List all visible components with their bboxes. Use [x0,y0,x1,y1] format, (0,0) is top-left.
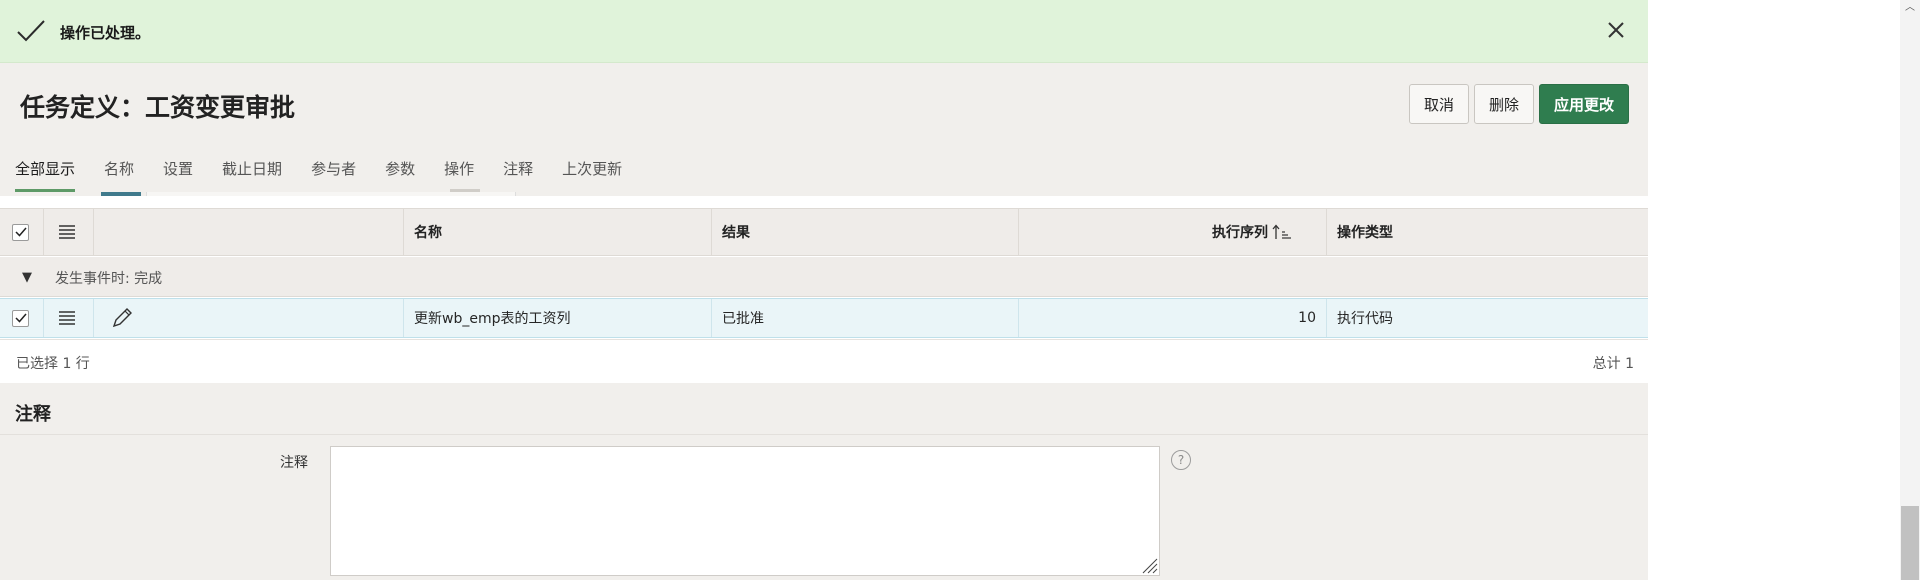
cancel-button[interactable]: 取消 [1409,84,1469,124]
scroll-up-arrow-icon[interactable]: ︿ [1904,2,1916,14]
section-divider [0,434,1648,435]
right-empty-pane [1648,0,1920,580]
comments-textarea[interactable] [330,446,1160,576]
success-banner: 操作已处理。 [0,0,1648,63]
tab-name[interactable]: 名称 [104,160,134,192]
grid-footer: 已选择 1 行 总计 1 [0,339,1648,383]
tab-participants[interactable]: 参与者 [311,160,356,192]
actions-grid: 名称 结果 执行序列 操作类型 ▼ 发生事件时: 完成 更新wb_emp表的工资… [0,196,1648,383]
delete-button[interactable]: 删除 [1474,84,1534,124]
group-row: ▼ 发生事件时: 完成 [0,257,1648,297]
check-icon [17,20,45,42]
tab-settings[interactable]: 设置 [163,160,193,192]
apply-changes-button[interactable]: 应用更改 [1539,84,1629,124]
check-icon [14,227,27,237]
group-label: 发生事件时: 完成 [55,271,163,287]
edit-pencil-icon[interactable] [110,306,134,330]
tab-comments[interactable]: 注释 [503,160,533,192]
column-header-type[interactable]: 操作类型 [1337,209,1393,255]
help-icon[interactable]: ? [1171,450,1191,470]
tab-parameters[interactable]: 参数 [385,160,415,192]
sort-ascending-icon [1272,224,1291,239]
row-menu-icon[interactable] [59,311,75,325]
row-type: 执行代码 [1337,311,1393,327]
row-result: 已批准 [722,311,764,327]
resize-handle-icon[interactable] [1140,556,1158,574]
select-all-checkbox[interactable] [12,223,29,241]
tab-last-updated[interactable]: 上次更新 [562,160,622,192]
row-seq: 10 [1298,310,1316,326]
grid-header: 名称 结果 执行序列 操作类型 [0,208,1648,256]
column-header-result[interactable]: 结果 [722,209,750,255]
row-checkbox[interactable] [12,309,29,327]
comments-field-label: 注释 [280,455,308,471]
check-icon [14,313,27,323]
tab-actions[interactable]: 操作 [444,160,474,192]
scrollbar-thumb[interactable] [1901,506,1919,580]
menu-icon[interactable] [59,225,75,239]
column-header-name[interactable]: 名称 [414,209,442,255]
collapse-triangle-icon[interactable]: ▼ [22,270,32,285]
total-count: 总计 1 [1592,356,1634,372]
vertical-scrollbar[interactable] [1900,0,1920,580]
column-header-seq[interactable]: 执行序列 [1140,209,1292,255]
selected-count: 已选择 1 行 [16,356,90,372]
table-row[interactable]: 更新wb_emp表的工资列 已批准 10 执行代码 [0,298,1648,338]
comments-section-title: 注释 [15,404,51,425]
column-header-seq-label: 执行序列 [1212,225,1268,241]
tab-show-all[interactable]: 全部显示 [15,160,76,192]
close-icon[interactable] [1604,18,1628,42]
banner-message: 操作已处理。 [60,24,151,42]
tab-due-date[interactable]: 截止日期 [222,160,282,192]
main-panel: 操作已处理。 任务定义：工资变更审批 取消 删除 应用更改 全部显示 名称 设置… [0,0,1648,580]
region-tabs: 全部显示 名称 设置 截止日期 参与者 参数 操作 注释 上次更新 [15,160,651,192]
row-name: 更新wb_emp表的工资列 [414,311,571,327]
page-title: 任务定义：工资变更审批 [20,93,296,122]
